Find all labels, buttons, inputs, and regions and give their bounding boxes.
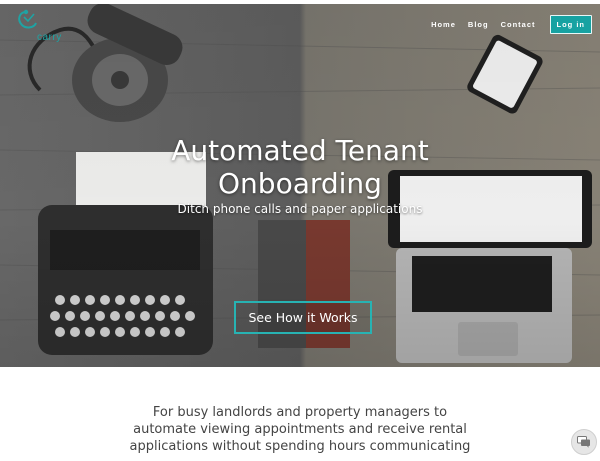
login-button[interactable]: Log in (549, 15, 592, 34)
logo-text: carry (37, 32, 62, 43)
top-nav: Home Blog Contact Log in (431, 15, 592, 34)
nav-contact-link[interactable]: Contact (501, 20, 536, 29)
nav-blog-link[interactable]: Blog (468, 20, 489, 29)
top-edge (0, 0, 600, 4)
cta-label: See How it Works (248, 310, 358, 325)
chat-icon (577, 436, 590, 448)
chat-button[interactable] (571, 429, 597, 455)
hero-subtitle: Ditch phone calls and paper applications (177, 202, 423, 216)
hero-title: Automated Tenant Onboarding (171, 134, 429, 200)
logo-mark-icon (18, 9, 37, 29)
intro-text: For busy landlords and property managers… (129, 405, 471, 454)
see-how-it-works-button[interactable]: See How it Works (234, 301, 372, 334)
logo[interactable]: carry (14, 8, 74, 43)
nav-home-link[interactable]: Home (431, 20, 456, 29)
hero-section: carry Home Blog Contact Log in Automated… (0, 0, 600, 367)
